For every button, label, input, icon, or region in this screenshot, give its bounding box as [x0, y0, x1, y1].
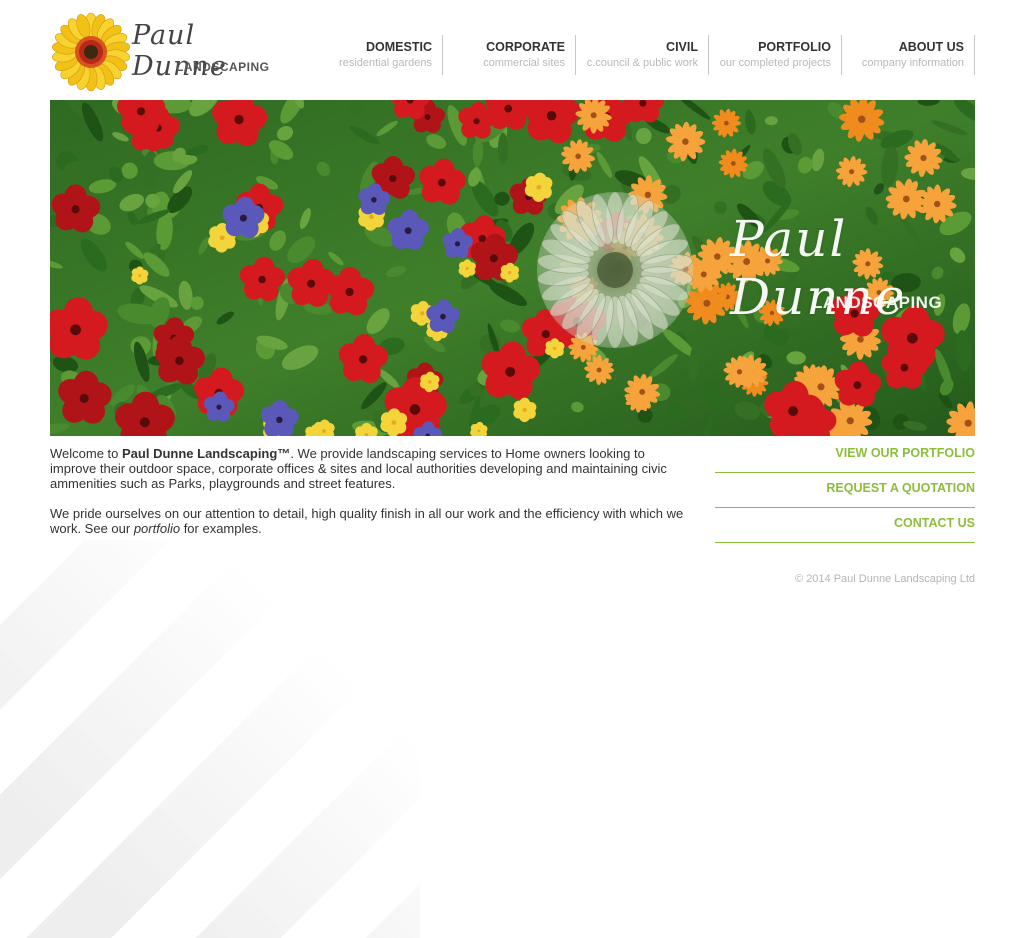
contact-us-link[interactable]: CONTACT US — [715, 508, 975, 543]
nav-title: CIVIL — [666, 40, 698, 54]
side-links: VIEW OUR PORTFOLIO REQUEST A QUOTATION C… — [715, 438, 975, 543]
nav-title: ABOUT US — [898, 40, 964, 54]
intro-text-segment: Welcome to — [50, 446, 123, 461]
portfolio-link[interactable]: portfolio — [134, 521, 180, 536]
copyright-text: © 2014 Paul Dunne Landscaping Ltd — [795, 573, 975, 585]
intro-paragraph-2: We pride ourselves on our attention to d… — [50, 506, 690, 536]
background-stripes — [0, 540, 420, 938]
nav-item-civil[interactable]: CIVIL c.council & public work — [576, 35, 709, 75]
nav-subtitle: residential gardens — [339, 57, 432, 69]
nav-subtitle: company information — [861, 57, 964, 69]
intro-text-segment: for examples. — [180, 521, 262, 536]
nav-title: PORTFOLIO — [758, 40, 831, 54]
sunflower-logo-icon — [52, 12, 130, 92]
nav-subtitle: commercial sites — [483, 57, 565, 69]
intro-paragraph-1: Welcome to Paul Dunne Landscaping™. We p… — [50, 446, 690, 491]
nav-item-domestic[interactable]: DOMESTIC residential gardens — [330, 35, 443, 75]
hero-subtitle: LANDSCAPING — [812, 293, 943, 312]
logo-subtitle: LANDSCAPING — [176, 60, 270, 74]
main-navigation: DOMESTIC residential gardens CORPORATE c… — [330, 35, 975, 75]
nav-subtitle: c.council & public work — [586, 57, 698, 69]
hero-banner: Paul Dunne LANDSCAPING — [50, 100, 975, 436]
nav-item-portfolio[interactable]: PORTFOLIO our completed projects — [709, 35, 842, 75]
request-quotation-link[interactable]: REQUEST A QUOTATION — [715, 473, 975, 508]
nav-subtitle: our completed projects — [719, 57, 831, 69]
nav-item-corporate[interactable]: CORPORATE commercial sites — [443, 35, 576, 75]
intro-text: Welcome to Paul Dunne Landscaping™. We p… — [50, 446, 690, 551]
nav-item-about-us[interactable]: ABOUT US company information — [842, 35, 975, 75]
nav-title: CORPORATE — [486, 40, 565, 54]
nav-title: DOMESTIC — [366, 40, 432, 54]
view-portfolio-link[interactable]: VIEW OUR PORTFOLIO — [715, 438, 975, 473]
site-logo[interactable]: Paul Dunne LANDSCAPING — [50, 12, 269, 92]
brand-name: Paul Dunne Landscaping™ — [122, 446, 291, 461]
